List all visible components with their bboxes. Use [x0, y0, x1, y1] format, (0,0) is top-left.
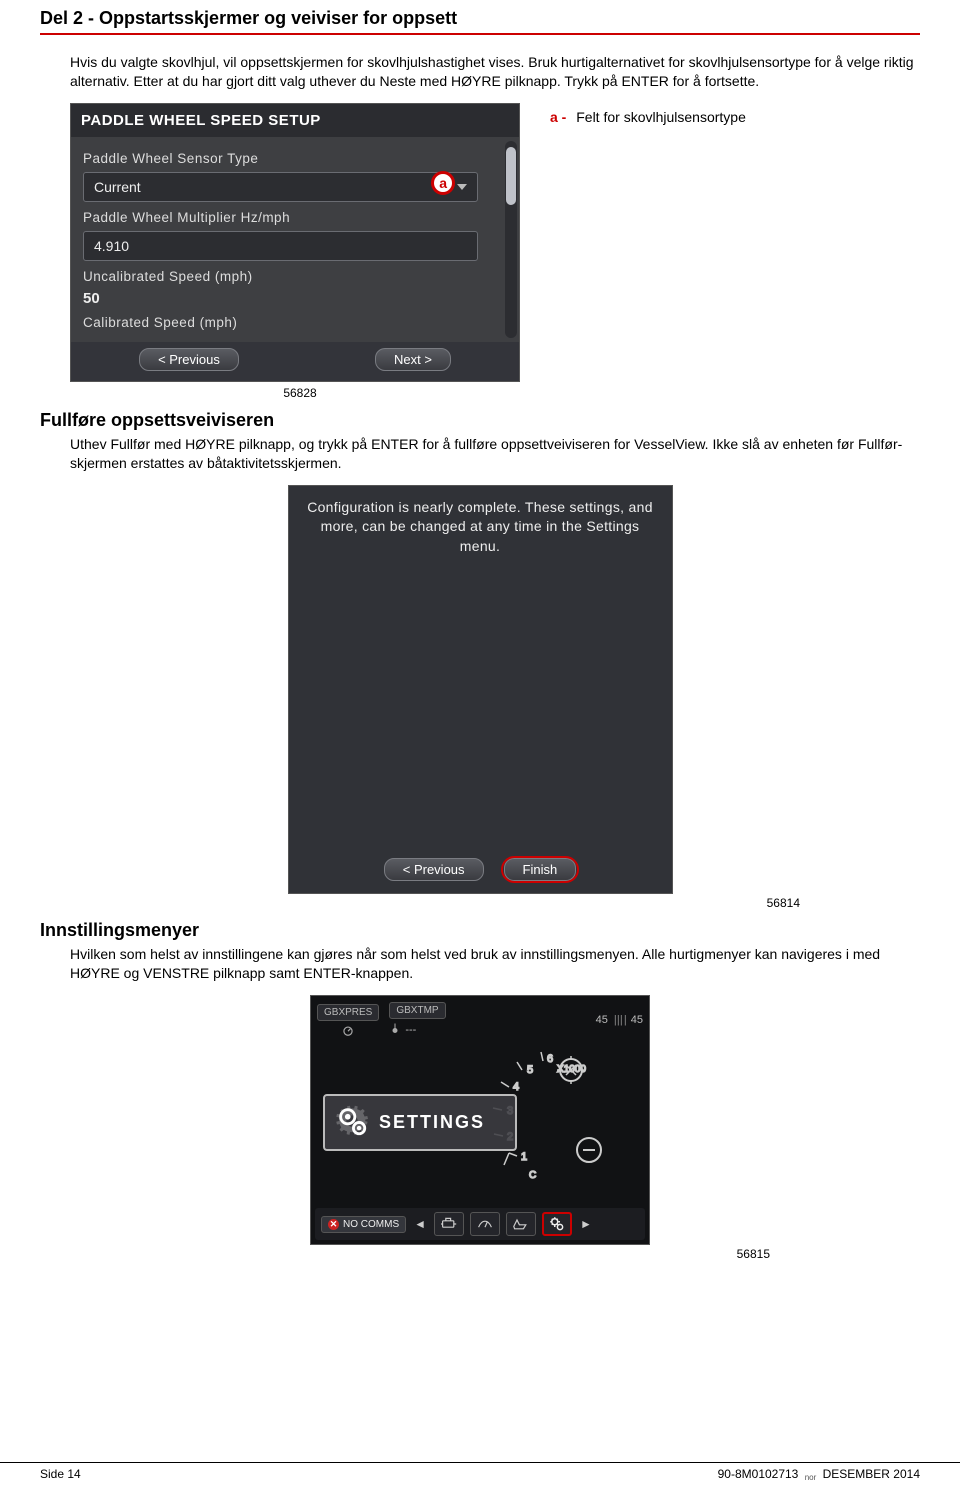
- page-header: Del 2 - Oppstartsskjermer og veiviser fo…: [40, 0, 920, 35]
- input-multiplier[interactable]: 4.910: [83, 231, 478, 261]
- callout-legend-a: a - Felt for skovlhjulsensortype: [550, 109, 746, 125]
- label-multiplier: Paddle Wheel Multiplier Hz/mph: [83, 210, 499, 225]
- svg-text:5: 5: [527, 1064, 533, 1076]
- label-calibrated-speed: Calibrated Speed (mph): [83, 315, 499, 330]
- previous-button[interactable]: < Previous: [139, 348, 239, 371]
- toolbar-item-fuel[interactable]: [470, 1212, 500, 1236]
- dropdown-value: Current: [94, 179, 141, 195]
- footer-page-number: Side 14: [40, 1467, 81, 1481]
- temperature-icon: [389, 1021, 401, 1038]
- toolbar-item-settings[interactable]: [542, 1212, 572, 1236]
- gear-icon: [335, 1104, 369, 1141]
- arrow-left-icon[interactable]: ◄: [412, 1217, 428, 1231]
- highlight-circle: [501, 856, 580, 883]
- svg-text:6: 6: [547, 1053, 553, 1065]
- intro-paragraph: Hvis du valgte skovlhjul, vil oppsettskj…: [70, 53, 920, 91]
- callout-legend-text: Felt for skovlhjulsensortype: [576, 109, 746, 125]
- next-button[interactable]: Next >: [375, 348, 451, 371]
- figure-number-2: 56814: [160, 896, 800, 910]
- figure-number-1: 56828: [0, 386, 920, 400]
- callout-legend-label: a -: [550, 109, 566, 125]
- gbxpres-readout: GBXPRES: [317, 1004, 379, 1021]
- subheading-settings-menus: Innstillingsmenyer: [40, 920, 920, 941]
- callout-marker-a: a: [431, 171, 455, 195]
- tick-marks-icon: | | | |: [614, 1014, 625, 1026]
- screen-title: PADDLE WHEEL SPEED SETUP: [71, 104, 519, 137]
- scrollbar[interactable]: [505, 141, 517, 338]
- toolbar-item-engine[interactable]: [434, 1212, 464, 1236]
- paragraph-complete-wizard: Uthev Fullfør med HØYRE pilknapp, og try…: [70, 435, 920, 473]
- svg-text:4: 4: [513, 1081, 519, 1093]
- screenshot-finish: Configuration is nearly complete. These …: [288, 485, 673, 895]
- value-45-right: 45: [631, 1014, 643, 1026]
- page-footer: Side 14 90-8M0102713 nor DESEMBER 2014: [0, 1462, 960, 1481]
- finish-screen-text: Configuration is nearly complete. These …: [301, 498, 660, 557]
- gbxtmp-value: ---: [405, 1024, 416, 1036]
- pressure-icon: [317, 1023, 379, 1037]
- figure-number-3: 56815: [190, 1247, 770, 1261]
- chevron-down-icon: [457, 184, 467, 190]
- label-sensor-type: Paddle Wheel Sensor Type: [83, 151, 499, 166]
- bottom-toolbar: ✕ NO COMMS ◄ ►: [315, 1208, 645, 1240]
- dropdown-sensor-type[interactable]: Current a: [83, 172, 478, 202]
- error-icon: ✕: [328, 1219, 339, 1230]
- svg-text:1: 1: [521, 1151, 527, 1163]
- value-45-left: 45: [596, 1014, 608, 1026]
- toolbar-item-boat[interactable]: [506, 1212, 536, 1236]
- settings-overlay[interactable]: SETTINGS: [323, 1094, 517, 1151]
- value-uncalibrated-speed: 50: [83, 290, 499, 307]
- footer-lang: nor: [805, 1473, 817, 1482]
- previous-button-2[interactable]: < Previous: [384, 858, 484, 881]
- footer-date: DESEMBER 2014: [823, 1467, 920, 1481]
- label-uncalibrated-speed: Uncalibrated Speed (mph): [83, 269, 499, 284]
- scrollbar-thumb[interactable]: [506, 147, 516, 205]
- settings-label: SETTINGS: [379, 1112, 485, 1133]
- no-comms-indicator: ✕ NO COMMS: [321, 1216, 406, 1233]
- screenshot-settings: GBXPRES GBXTMP ---: [310, 995, 650, 1245]
- footer-doc-code: 90-8M0102713: [718, 1467, 799, 1481]
- screenshot-paddle-wheel-setup: PADDLE WHEEL SPEED SETUP Paddle Wheel Se…: [70, 103, 520, 382]
- paragraph-settings-menus: Hvilken som helst av innstillingene kan …: [70, 945, 920, 983]
- gbxtmp-readout: GBXTMP: [389, 1002, 445, 1019]
- svg-text:C: C: [529, 1170, 536, 1180]
- no-comms-text: NO COMMS: [343, 1219, 399, 1230]
- footer-doc-info: 90-8M0102713 nor DESEMBER 2014: [718, 1467, 920, 1481]
- arrow-right-icon[interactable]: ►: [578, 1217, 594, 1231]
- subheading-complete-wizard: Fullføre oppsettsveiviseren: [40, 410, 920, 431]
- finish-button[interactable]: Finish: [504, 858, 577, 881]
